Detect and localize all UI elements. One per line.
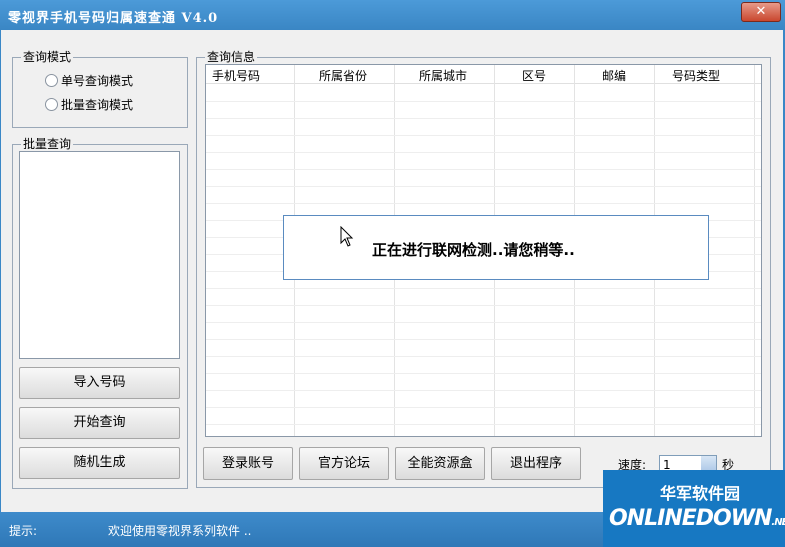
row-divider: [206, 356, 761, 357]
app-window: 零视界手机号码归属速查通 V4.0 ✕ 查询模式 单号查询模式 批量查询模式 批…: [0, 0, 785, 547]
row-divider: [206, 390, 761, 391]
row-divider: [206, 373, 761, 374]
query-mode-legend: 查询模式: [21, 50, 74, 64]
row-divider: [206, 152, 761, 153]
row-divider: [206, 322, 761, 323]
radio-label: 批量查询模式: [61, 98, 134, 112]
mouse-cursor-icon: [340, 226, 354, 247]
row-divider: [206, 118, 761, 119]
single-query-radio[interactable]: 单号查询模式: [45, 72, 133, 89]
import-numbers-button[interactable]: 导入号码: [19, 367, 180, 399]
row-divider: [206, 339, 761, 340]
watermark-suffix: .NET: [771, 517, 785, 528]
watermark-en-text: ONLINEDOWN.NET: [609, 506, 785, 531]
radio-circle[interactable]: [45, 98, 58, 111]
row-divider: [206, 407, 761, 408]
query-mode-group: 查询模式: [12, 50, 188, 128]
row-divider: [206, 305, 761, 306]
login-account-button[interactable]: 登录账号: [203, 447, 293, 480]
table-header: 手机号码 所属省份 所属城市 区号 邮编 号码类型: [206, 65, 761, 84]
title-bar[interactable]: 零视界手机号码归属速查通 V4.0 ✕: [0, 0, 785, 30]
col-header-type[interactable]: 号码类型: [672, 67, 720, 84]
row-divider: [206, 203, 761, 204]
row-divider: [206, 135, 761, 136]
col-header-province[interactable]: 所属省份: [319, 67, 367, 84]
radio-label: 单号查询模式: [61, 74, 134, 88]
col-header-area-code[interactable]: 区号: [522, 67, 546, 84]
batch-query-legend: 批量查询: [21, 137, 74, 151]
watermark-en: ONLINEDOWN: [609, 506, 772, 531]
row-divider: [206, 169, 761, 170]
close-button[interactable]: ✕: [741, 2, 781, 22]
batch-query-radio[interactable]: 批量查询模式: [45, 96, 133, 113]
radio-circle[interactable]: [45, 74, 58, 87]
status-message: 欢迎使用零视界系列软件 ..: [108, 524, 252, 538]
resource-box-button[interactable]: 全能资源盒: [395, 447, 485, 480]
close-icon: ✕: [755, 4, 767, 19]
window-title: 零视界手机号码归属速查通 V4.0: [8, 11, 219, 26]
col-header-phone[interactable]: 手机号码: [212, 67, 260, 84]
col-header-zip[interactable]: 邮编: [602, 67, 626, 84]
exit-program-button[interactable]: 退出程序: [491, 447, 581, 480]
watermark-cn-text: 华军软件园: [660, 484, 741, 503]
query-info-legend: 查询信息: [205, 50, 258, 64]
watermark-logo: 华军软件园 ONLINEDOWN.NET: [603, 470, 785, 547]
col-header-city[interactable]: 所属城市: [419, 67, 467, 84]
status-label: 提示:: [9, 524, 38, 538]
batch-numbers-input[interactable]: [19, 151, 180, 359]
random-generate-button[interactable]: 随机生成: [19, 447, 180, 479]
official-forum-button[interactable]: 官方论坛: [299, 447, 389, 480]
row-divider: [206, 424, 761, 425]
row-divider: [206, 101, 761, 102]
row-divider: [206, 288, 761, 289]
row-divider: [206, 186, 761, 187]
start-query-button[interactable]: 开始查询: [19, 407, 180, 439]
network-check-message: 正在进行联网检测..请您稍等..: [372, 241, 575, 259]
column-divider: [754, 65, 755, 436]
